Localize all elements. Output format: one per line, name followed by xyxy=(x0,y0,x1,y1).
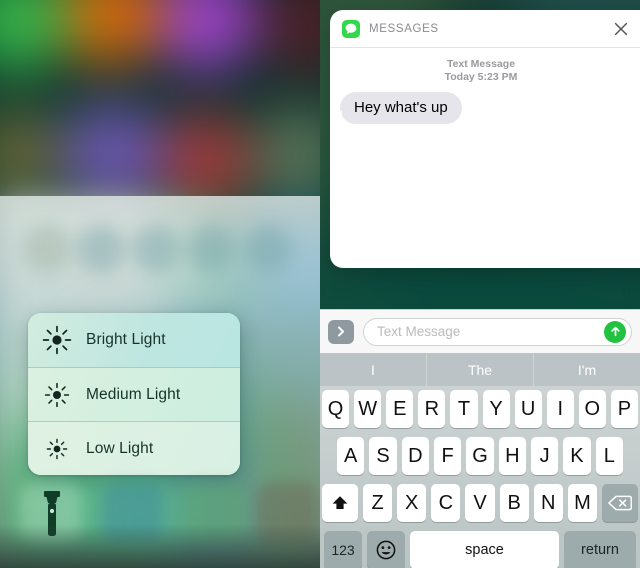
toggle-do-not-disturb[interactable] xyxy=(188,226,234,272)
bottom-fade xyxy=(0,524,320,568)
sun-medium-icon xyxy=(42,380,72,410)
quick-action-low-light[interactable]: Low Light xyxy=(28,421,240,475)
key-c[interactable]: C xyxy=(431,484,461,522)
prediction-2[interactable]: The xyxy=(426,353,533,386)
message-input-field[interactable]: Text Message xyxy=(363,317,632,346)
message-list: Hey what's up xyxy=(330,83,640,124)
key-d[interactable]: D xyxy=(401,437,429,475)
keyboard-row-1: Q W E R T Y U I O P xyxy=(322,390,638,428)
key-t[interactable]: T xyxy=(450,390,478,428)
send-button[interactable] xyxy=(604,320,626,343)
key-h[interactable]: H xyxy=(498,437,526,475)
notification-app-name: MESSAGES xyxy=(369,22,439,35)
flashlight-quick-actions-menu: Bright Light Medium Light Low Light xyxy=(28,313,240,475)
key-w[interactable]: W xyxy=(354,390,382,428)
key-k[interactable]: K xyxy=(563,437,591,475)
chevron-right-icon[interactable] xyxy=(328,319,354,344)
control-center-toggle-row xyxy=(0,212,320,288)
toggle-bluetooth[interactable] xyxy=(133,226,179,272)
quick-action-label: Medium Light xyxy=(86,385,181,403)
key-v[interactable]: V xyxy=(465,484,495,522)
key-s[interactable]: S xyxy=(369,437,397,475)
key-o[interactable]: O xyxy=(578,390,606,428)
key-r[interactable]: R xyxy=(418,390,446,428)
key-u[interactable]: U xyxy=(514,390,542,428)
message-input-placeholder: Text Message xyxy=(377,324,461,339)
key-n[interactable]: N xyxy=(533,484,563,522)
quick-action-label: Low Light xyxy=(86,439,154,457)
notification-header: MESSAGES xyxy=(330,10,640,48)
key-z[interactable]: Z xyxy=(363,484,393,522)
key-space[interactable]: space xyxy=(410,531,559,568)
messages-reply-panel: MESSAGES Text Message Today 5:23 PM Hey … xyxy=(320,0,640,568)
notification-body: Text Message Today 5:23 PM Hey what's up xyxy=(330,48,640,124)
sun-bright-icon xyxy=(42,325,72,355)
key-b[interactable]: B xyxy=(499,484,529,522)
messages-icon xyxy=(342,19,360,38)
key-q[interactable]: Q xyxy=(322,390,350,428)
key-l[interactable]: L xyxy=(595,437,623,475)
key-e[interactable]: E xyxy=(386,390,414,428)
key-numbers[interactable]: 123 xyxy=(324,531,362,568)
key-m[interactable]: M xyxy=(567,484,597,522)
message-timestamp: Today 5:23 PM xyxy=(444,70,518,83)
key-j[interactable]: J xyxy=(530,437,559,475)
key-y[interactable]: Y xyxy=(482,390,510,428)
message-type-label: Text Message xyxy=(446,58,516,70)
close-icon[interactable] xyxy=(613,21,629,37)
backspace-icon[interactable] xyxy=(601,484,638,522)
key-a[interactable]: A xyxy=(337,437,365,475)
quick-action-medium-light[interactable]: Medium Light xyxy=(28,367,240,421)
screen: Bright Light Medium Light Low Light MESS… xyxy=(0,0,640,568)
control-center-panel: Bright Light Medium Light Low Light xyxy=(0,0,320,568)
keyboard-row-4: 123 space return xyxy=(322,531,638,568)
key-p[interactable]: P xyxy=(610,390,638,428)
quick-action-bright-light[interactable]: Bright Light xyxy=(28,313,240,367)
sun-low-icon xyxy=(42,434,72,464)
keyboard-row-3: Z X C V B N M xyxy=(322,484,638,522)
key-x[interactable]: X xyxy=(397,484,427,522)
toggle-wifi[interactable] xyxy=(78,226,124,272)
key-i[interactable]: I xyxy=(546,390,574,428)
message-input-bar: Text Message xyxy=(320,309,640,353)
quick-action-label: Bright Light xyxy=(86,331,166,348)
key-g[interactable]: G xyxy=(466,437,494,475)
prediction-3[interactable]: I'm xyxy=(533,353,640,386)
message-meta: Text Message Today 5:23 PM xyxy=(330,58,640,83)
toggle-rotation-lock[interactable] xyxy=(245,226,291,272)
notification-card: MESSAGES Text Message Today 5:23 PM Hey … xyxy=(330,10,640,268)
shift-up-icon[interactable] xyxy=(322,484,358,522)
prediction-1[interactable]: I xyxy=(320,353,426,386)
key-f[interactable]: F xyxy=(434,437,462,475)
keyboard-row-2: A S D F G H J K L xyxy=(322,437,638,475)
key-return[interactable]: return xyxy=(564,531,636,568)
toggle-airplane[interactable] xyxy=(24,226,70,272)
on-screen-keyboard: Q W E R T Y U I O P A S D F G H J K L Z … xyxy=(320,386,640,568)
message-bubble-incoming: Hey what's up xyxy=(333,92,462,124)
predictive-text-bar: I The I'm xyxy=(320,353,640,386)
smiley-icon[interactable] xyxy=(367,531,405,568)
